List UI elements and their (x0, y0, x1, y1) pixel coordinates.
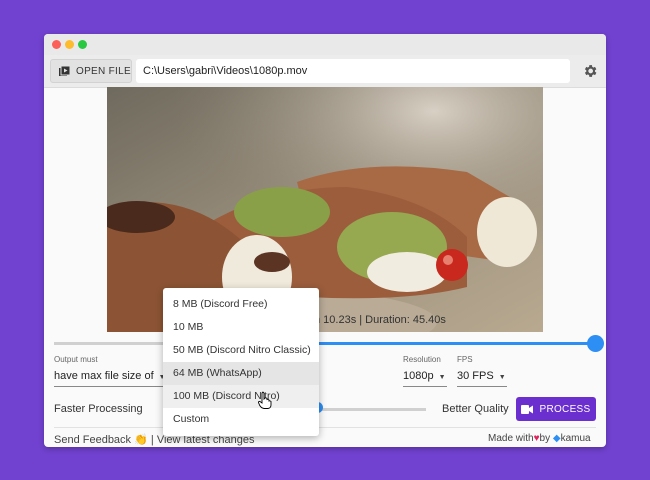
close-window-button[interactable] (52, 40, 61, 49)
process-label: PROCESS (539, 403, 591, 415)
fps-value: 30 FPS (457, 370, 494, 382)
app-window: OPEN FILE C:\Users\gabri\Videos\1080p.mo… (44, 34, 606, 447)
timeline-handle[interactable] (587, 335, 604, 352)
dropdown-option[interactable]: 10 MB (163, 316, 319, 339)
fps-select[interactable]: 30 FPS ▼ (457, 370, 506, 382)
dropdown-option[interactable]: 50 MB (Discord Nitro Classic) (163, 339, 319, 362)
chevron-down-icon: ▼ (438, 374, 446, 381)
resolution-underline (403, 386, 447, 387)
timeline-track[interactable] (54, 342, 596, 345)
output-label: Output must (54, 355, 98, 364)
timecode-info: n 10.23s | Duration: 45.40s (314, 314, 446, 326)
output-value: have max file size of (54, 370, 154, 382)
toolbar: OPEN FILE C:\Users\gabri\Videos\1080p.mo… (44, 55, 606, 88)
clap-emoji: 👏 (134, 434, 148, 446)
maximize-window-button[interactable] (78, 40, 87, 49)
send-feedback-link[interactable]: Send Feedback (54, 434, 131, 446)
title-bar (44, 34, 606, 55)
resolution-select[interactable]: 1080p ▼ (403, 370, 446, 382)
chevron-down-icon: ▼ (498, 374, 506, 381)
file-size-dropdown-menu: 8 MB (Discord Free) 10 MB 50 MB (Discord… (163, 288, 319, 436)
faster-processing-label: Faster Processing (54, 403, 143, 415)
resolution-label: Resolution (403, 355, 441, 364)
dropdown-option[interactable]: 8 MB (Discord Free) (163, 293, 319, 316)
video-camera-icon (521, 404, 534, 414)
made-with-credit: Made with♥by ◆kamua (488, 433, 591, 444)
fps-underline (457, 386, 507, 387)
kamua-logo-icon: ◆ (552, 433, 561, 444)
dropdown-option-selected[interactable]: 64 MB (WhatsApp) (163, 362, 319, 385)
footer-separator: | (150, 434, 154, 446)
footer-divider (54, 427, 596, 428)
by-label: by (539, 433, 551, 444)
output-underline (54, 386, 164, 387)
settings-gear-icon[interactable] (582, 63, 598, 79)
process-button[interactable]: PROCESS (516, 397, 596, 421)
video-library-icon (59, 65, 70, 76)
made-with-label: Made with (488, 433, 534, 444)
file-path-field[interactable]: C:\Users\gabri\Videos\1080p.mov (136, 59, 570, 83)
kamua-brand[interactable]: kamua (561, 433, 591, 444)
open-file-label: OPEN FILE (76, 65, 131, 77)
resolution-value: 1080p (403, 370, 434, 382)
minimize-window-button[interactable] (65, 40, 74, 49)
timeline-selected-range (314, 342, 596, 345)
dropdown-option[interactable]: Custom (163, 408, 319, 431)
hand-cursor-icon (258, 392, 272, 409)
open-file-button[interactable]: OPEN FILE (50, 59, 132, 83)
fps-label: FPS (457, 355, 473, 364)
output-select[interactable]: have max file size of▼ (54, 370, 166, 382)
better-quality-label: Better Quality (442, 403, 509, 415)
dropdown-option-hovered[interactable]: 100 MB (Discord Nitro) (163, 385, 319, 408)
